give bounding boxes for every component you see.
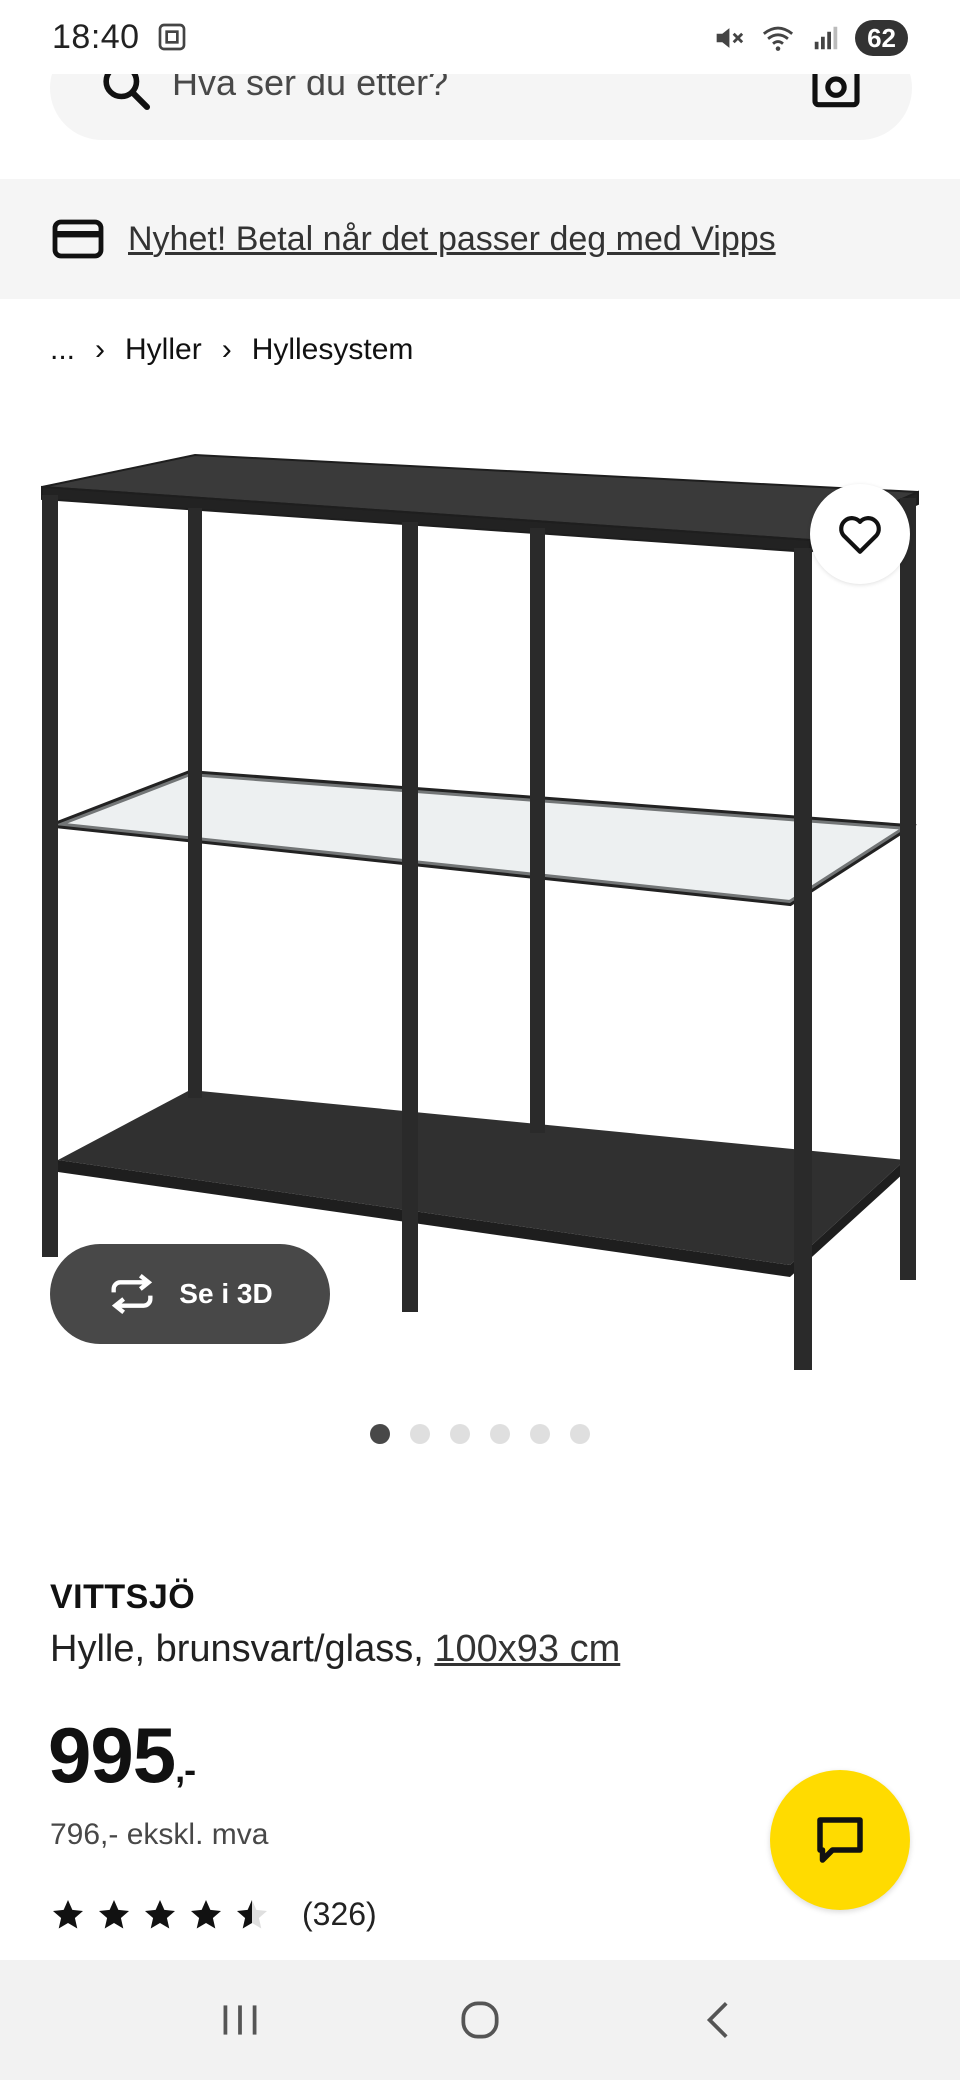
credit-card-icon	[52, 219, 104, 259]
review-count[interactable]: (326)	[302, 1896, 377, 1933]
star-icon	[53, 1899, 83, 1928]
star-icon	[191, 1899, 221, 1928]
home-icon[interactable]	[455, 1995, 505, 2045]
product-price: 995,-	[48, 1710, 196, 1801]
heart-icon	[839, 516, 881, 554]
price-suffix: ,-	[175, 1749, 196, 1790]
screenshot-icon	[158, 23, 185, 51]
price-excl-vat: 796,- ekskl. mva	[50, 1818, 269, 1851]
favourite-button[interactable]	[810, 484, 910, 584]
system-nav-bar	[0, 1960, 960, 2080]
vipps-banner[interactable]: Nyhet! Betal når det passer deg med Vipp…	[0, 179, 960, 299]
back-icon[interactable]	[695, 1995, 745, 2045]
mute-icon	[716, 28, 744, 48]
recent-apps-icon[interactable]	[215, 1995, 265, 2045]
view-3d-label: Se i 3D	[179, 1278, 273, 1309]
status-bar: 18:40 62	[0, 0, 960, 74]
star-icon	[145, 1899, 175, 1928]
rating[interactable]: (326)	[50, 1896, 377, 1933]
wifi-icon	[763, 26, 794, 51]
carousel-dot[interactable]	[490, 1424, 510, 1444]
price-value: 995	[48, 1711, 176, 1799]
carousel-dot[interactable]	[570, 1424, 590, 1444]
view-3d-button[interactable]: Se i 3D	[50, 1244, 330, 1344]
carousel-dot[interactable]	[530, 1424, 550, 1444]
status-time: 18:40	[52, 17, 140, 56]
carousel-dot[interactable]	[450, 1424, 470, 1444]
breadcrumb-item-hyllesystem[interactable]: Hyllesystem	[252, 333, 414, 367]
carousel-dot[interactable]	[370, 1424, 390, 1444]
product-brand: VITTSJÖ	[50, 1578, 196, 1616]
product-size-link[interactable]: 100x93 cm	[434, 1628, 620, 1670]
breadcrumb: ... › Hyller › Hyllesystem	[50, 333, 413, 367]
half-star-icon	[237, 1899, 267, 1928]
image-carousel-dots	[370, 1424, 590, 1444]
product-description: Hylle, brunsvart/glass, 100x93 cm	[50, 1628, 620, 1671]
chevron-right-icon: ›	[221, 333, 232, 366]
breadcrumb-item-hyller[interactable]: Hyller	[125, 333, 202, 367]
chevron-right-icon: ›	[95, 333, 106, 366]
star-icon	[99, 1899, 129, 1928]
breadcrumb-ellipsis[interactable]: ...	[50, 333, 75, 367]
vipps-banner-link[interactable]: Nyhet! Betal når det passer deg med Vipp…	[128, 220, 776, 259]
carousel-dot[interactable]	[410, 1424, 430, 1444]
rotate-3d-icon	[111, 1274, 153, 1314]
battery-indicator: 62	[855, 20, 908, 56]
product-type: Hylle, brunsvart/glass,	[50, 1628, 424, 1670]
chat-icon	[817, 1817, 863, 1863]
chat-button[interactable]	[770, 1770, 910, 1910]
signal-icon	[814, 26, 838, 50]
